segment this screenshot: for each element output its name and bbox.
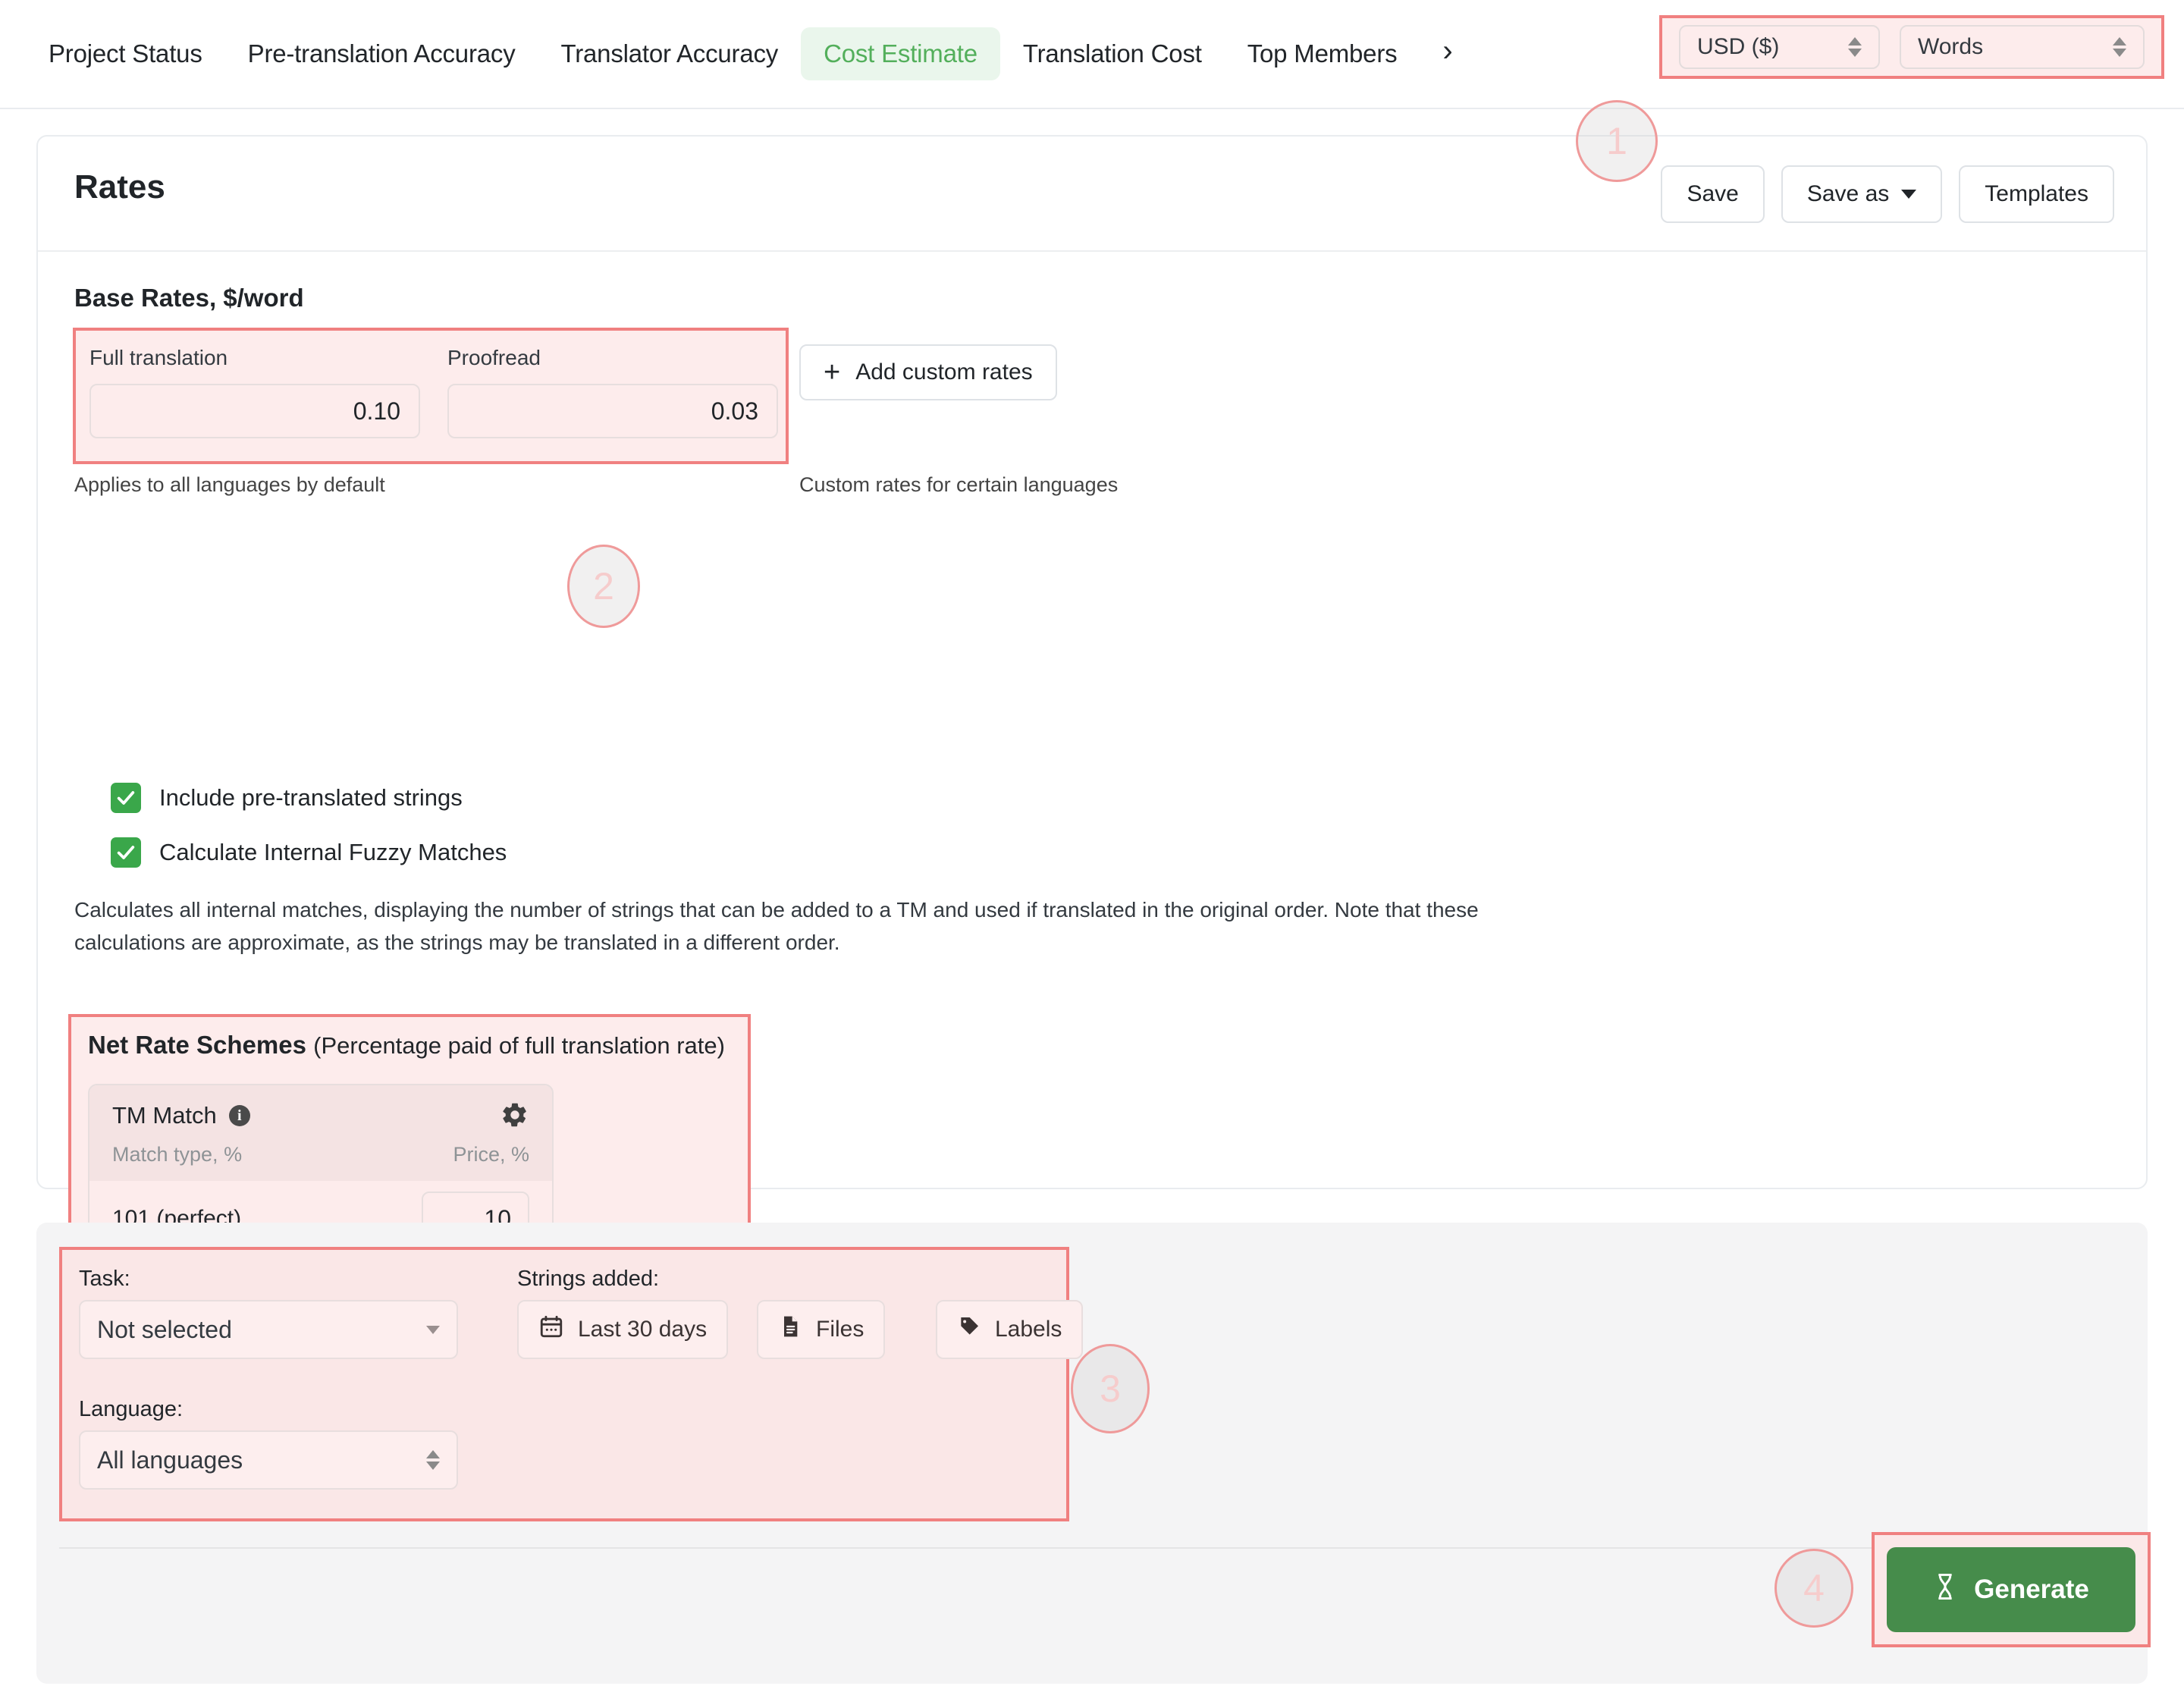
templates-button-label: Templates (1985, 181, 2088, 207)
labels-filter-button[interactable]: Labels (936, 1300, 1083, 1359)
rates-header: Rates Save Save as Templates (38, 137, 2146, 252)
add-custom-rates-label: Add custom rates (855, 359, 1032, 385)
labels-filter-label: Labels (995, 1317, 1062, 1342)
templates-button[interactable]: Templates (1959, 165, 2114, 223)
spinner-icon (426, 1450, 440, 1470)
step-badge-4: 4 (1774, 1549, 1853, 1628)
step-badge-1: 1 (1576, 100, 1658, 182)
proofread-field: Proofread 0.03 (447, 346, 778, 438)
calculate-fuzzy-matches-row[interactable]: Calculate Internal Fuzzy Matches (111, 837, 507, 868)
file-icon (778, 1314, 802, 1345)
tm-match-title-label: TM Match (112, 1102, 217, 1129)
checkbox-checked-icon[interactable] (111, 837, 141, 868)
full-translation-value: 0.10 (353, 397, 400, 425)
add-custom-rates-button[interactable]: + Add custom rates (799, 344, 1057, 400)
calculate-fuzzy-matches-label: Calculate Internal Fuzzy Matches (159, 839, 507, 866)
tab-cost-estimate[interactable]: Cost Estimate (801, 27, 1000, 80)
column-header-match-type: Match type, % (112, 1143, 242, 1166)
proofread-input[interactable]: 0.03 (447, 384, 778, 438)
files-filter-button[interactable]: Files (757, 1300, 885, 1359)
save-button-label: Save (1687, 181, 1738, 207)
tab-translator-accuracy[interactable]: Translator Accuracy (538, 27, 802, 80)
base-rates-highlight: Full translation 0.10 Proofread 0.03 (73, 328, 789, 464)
task-select[interactable]: Not selected (79, 1300, 458, 1359)
full-translation-input[interactable]: 0.10 (89, 384, 420, 438)
chevron-down-icon (426, 1326, 440, 1334)
task-label: Task: (79, 1267, 130, 1292)
gear-icon[interactable] (500, 1100, 529, 1133)
currency-select[interactable]: USD ($) (1679, 25, 1880, 69)
generate-button-label: Generate (1974, 1575, 2089, 1605)
tab-top-members[interactable]: Top Members (1225, 27, 1420, 80)
tab-pre-translation-accuracy[interactable]: Pre-translation Accuracy (225, 27, 538, 80)
net-rate-schemes-title: Net Rate Schemes (Percentage paid of ful… (88, 1031, 725, 1060)
net-rate-schemes-title-main: Net Rate Schemes (88, 1031, 306, 1059)
include-pretranslated-label: Include pre-translated strings (159, 784, 463, 812)
task-select-value: Not selected (97, 1316, 232, 1344)
strings-added-label: Strings added: (517, 1267, 659, 1292)
tab-project-status[interactable]: Project Status (26, 27, 225, 80)
calendar-icon (538, 1314, 564, 1345)
chevron-right-icon[interactable]: › (1420, 31, 1475, 77)
units-select[interactable]: Words (1900, 25, 2145, 69)
spinner-icon (1848, 37, 1862, 57)
save-as-button[interactable]: Save as (1781, 165, 1942, 223)
proofread-value: 0.03 (711, 397, 758, 425)
page-title: Rates (74, 168, 165, 206)
column-header-price: Price, % (453, 1143, 529, 1166)
files-filter-label: Files (816, 1317, 864, 1342)
tm-match-title: TM Match i (112, 1102, 250, 1129)
step-badge-3: 3 (1071, 1344, 1150, 1433)
tag-icon (957, 1314, 981, 1345)
currency-units-highlight: USD ($) Words (1659, 15, 2164, 79)
base-rates-title: Base Rates, $/word (74, 284, 304, 312)
save-as-button-label: Save as (1807, 181, 1889, 207)
language-select-value: All languages (97, 1446, 243, 1474)
language-label: Language: (79, 1397, 183, 1422)
full-translation-field: Full translation 0.10 (89, 346, 420, 438)
language-select[interactable]: All languages (79, 1430, 458, 1490)
save-button[interactable]: Save (1661, 165, 1764, 223)
tm-match-card-header: TM Match i Match type, % Price, % (89, 1085, 552, 1181)
spinner-icon (2113, 37, 2126, 57)
hourglass-icon (1933, 1572, 1957, 1608)
date-range-button[interactable]: Last 30 days (517, 1300, 728, 1359)
checkbox-checked-icon[interactable] (111, 783, 141, 813)
rates-card: Rates Save Save as Templates Base Rates,… (36, 135, 2148, 1189)
info-icon[interactable]: i (229, 1105, 250, 1126)
plus-icon: + (824, 358, 840, 387)
filters-highlight: Task: Not selected Language: All languag… (59, 1247, 1069, 1521)
chevron-down-icon (1901, 190, 1916, 199)
net-rate-schemes-subtitle: (Percentage paid of full translation rat… (313, 1032, 725, 1059)
rates-header-buttons: Save Save as Templates (1661, 165, 2114, 223)
base-rates-hint-right: Custom rates for certain languages (799, 473, 1118, 497)
base-rates-hint-left: Applies to all languages by default (74, 473, 385, 497)
proofread-label: Proofread (447, 346, 778, 370)
tab-translation-cost[interactable]: Translation Cost (1000, 27, 1225, 80)
tm-match-column-headers: Match type, % Price, % (112, 1143, 529, 1166)
full-translation-label: Full translation (89, 346, 420, 370)
step-badge-2: 2 (567, 545, 640, 628)
currency-select-value: USD ($) (1697, 34, 1779, 60)
tab-list: Project Status Pre-translation Accuracy … (0, 27, 1476, 80)
generate-button[interactable]: Generate (1887, 1547, 2135, 1632)
fuzzy-matches-description: Calculates all internal matches, display… (74, 893, 1515, 959)
units-select-value: Words (1918, 34, 1983, 60)
date-range-label: Last 30 days (578, 1317, 707, 1342)
include-pretranslated-row[interactable]: Include pre-translated strings (111, 783, 463, 813)
